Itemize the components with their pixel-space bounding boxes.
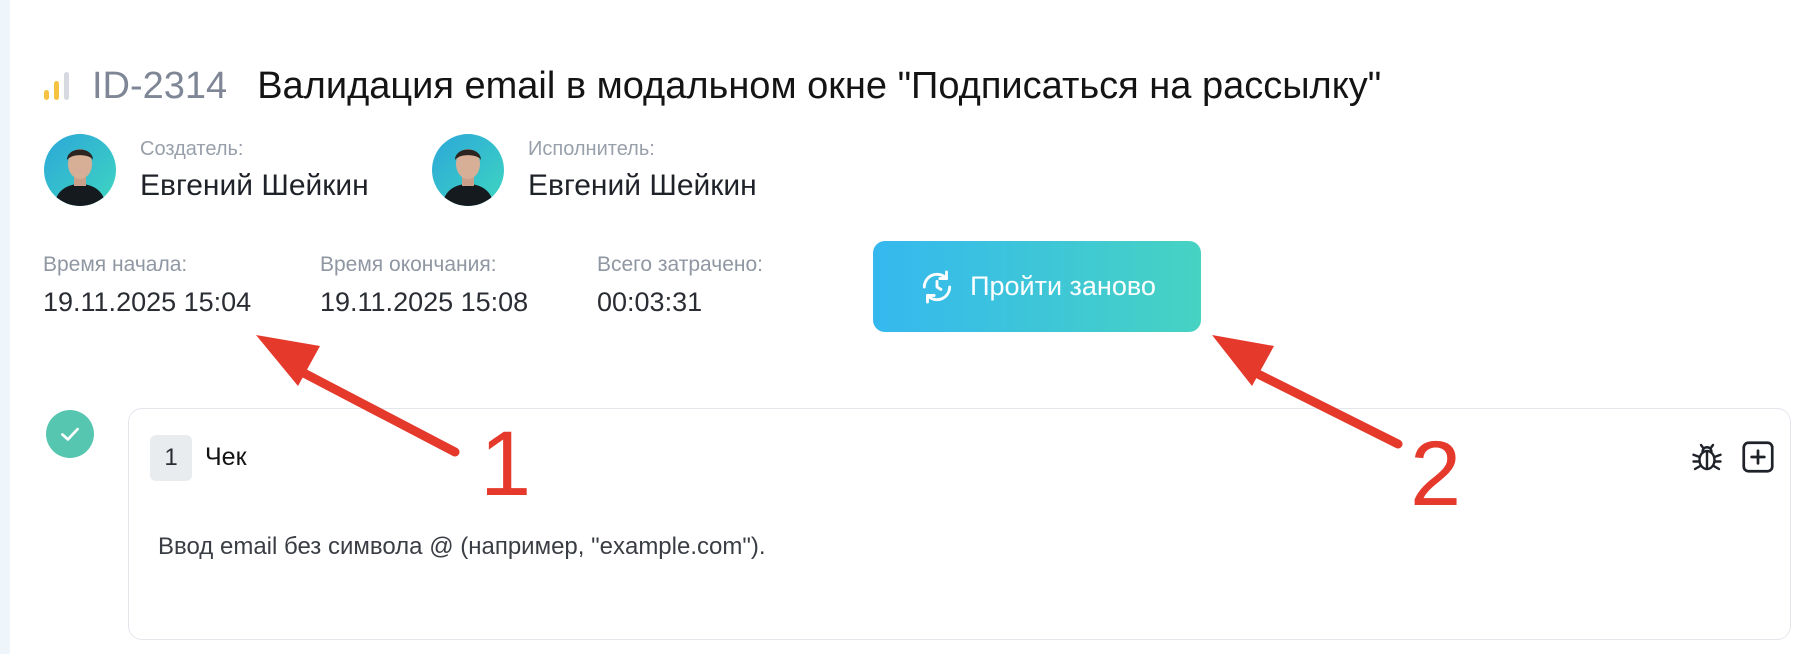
end-time-label: Время окончания:	[320, 253, 497, 276]
total-time-label: Всего затрачено:	[597, 253, 763, 276]
check-icon	[46, 410, 94, 458]
start-time-block: Время начала: 19.11.2025 15:04	[43, 253, 251, 318]
end-time-block: Время окончания: 19.11.2025 15:08	[320, 253, 528, 318]
assignee-avatar	[432, 134, 504, 206]
add-square-icon[interactable]	[1738, 437, 1778, 477]
refresh-icon	[918, 268, 956, 306]
creator-block: Создатель: Евгений Шейкин	[44, 134, 369, 206]
retry-button[interactable]: Пройти заново	[873, 241, 1201, 332]
assignee-role: Исполнитель:	[528, 137, 655, 160]
start-time-label: Время начала:	[43, 253, 188, 276]
total-time-block: Всего затрачено: 00:03:31	[597, 253, 763, 318]
step-number: 1	[150, 435, 192, 481]
total-time-value: 00:03:31	[597, 287, 703, 317]
step-title: Чек	[205, 443, 247, 471]
step-text: Ввод email без символа @ (например, "exa…	[158, 533, 766, 560]
assignee-name: Евгений Шейкин	[528, 168, 757, 202]
task-title: Валидация email в модальном окне "Подпис…	[257, 64, 1382, 107]
task-header: ID-2314 Валидация email в модальном окне…	[44, 62, 1381, 110]
bug-icon[interactable]	[1687, 437, 1727, 477]
task-id: ID-2314	[92, 64, 228, 107]
creator-role: Создатель:	[140, 137, 244, 160]
retry-button-label: Пройти заново	[970, 271, 1156, 301]
step-card: 1 Чек Ввод email без символа @ (например…	[128, 408, 1791, 640]
priority-bars-icon	[44, 72, 76, 100]
left-rail	[0, 0, 10, 654]
assignee-block: Исполнитель: Евгений Шейкин	[432, 134, 757, 206]
creator-name: Евгений Шейкин	[140, 168, 369, 202]
end-time-value: 19.11.2025 15:08	[320, 287, 529, 317]
start-time-value: 19.11.2025 15:04	[43, 287, 252, 317]
creator-avatar	[44, 134, 116, 206]
